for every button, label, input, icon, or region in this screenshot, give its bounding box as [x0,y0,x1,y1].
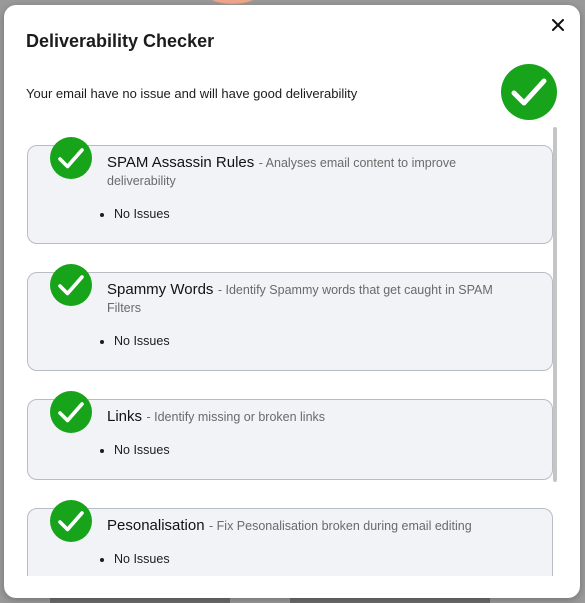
check-card-header: Pesonalisation - Fix Pesonalisation brok… [107,517,512,535]
modal-title: Deliverability Checker [26,31,215,51]
check-results: No Issues [100,443,170,457]
backdrop-element [290,598,490,603]
check-circle-icon [50,137,92,179]
check-results: No Issues [100,207,170,221]
check-card-links: Links - Identify missing or broken links… [27,391,553,480]
check-card-header: Links - Identify missing or broken links [107,408,512,426]
check-title: Spammy Words [107,281,214,298]
check-description: - Fix Pesonalisation broken during email… [209,519,472,533]
close-button[interactable] [548,15,568,35]
deliverability-checker-modal: Deliverability Checker Your email have n… [4,5,580,598]
check-circle-icon [501,64,557,120]
check-card-spam-assassin: SPAM Assassin Rules - Analyses email con… [27,137,553,244]
check-title: Links [107,408,143,425]
check-result-item: No Issues [100,207,170,221]
check-description: - Identify missing or broken links [146,410,326,424]
backdrop-element [50,598,230,603]
backdrop-decoration [205,0,260,4]
check-result-item: No Issues [100,443,170,457]
summary-message: Your email have no issue and will have g… [26,86,358,101]
check-result-item: No Issues [100,334,170,348]
checks-scroll-area[interactable]: SPAM Assassin Rules - Analyses email con… [4,125,580,576]
check-card-personalisation: Pesonalisation - Fix Pesonalisation brok… [27,500,553,576]
check-circle-icon [50,264,92,306]
scrollbar-thumb[interactable] [553,127,557,482]
check-results: No Issues [100,334,170,348]
check-result-item: No Issues [100,552,170,566]
check-circle-icon [50,391,92,433]
check-circle-icon [50,500,92,542]
close-icon [552,19,564,31]
check-title: Pesonalisation [107,517,205,534]
check-title: SPAM Assassin Rules [107,154,255,171]
check-card-header: Spammy Words - Identify Spammy words tha… [107,281,512,317]
check-results: No Issues [100,552,170,566]
check-card-header: SPAM Assassin Rules - Analyses email con… [107,154,512,190]
check-card-spammy-words: Spammy Words - Identify Spammy words tha… [27,264,553,371]
